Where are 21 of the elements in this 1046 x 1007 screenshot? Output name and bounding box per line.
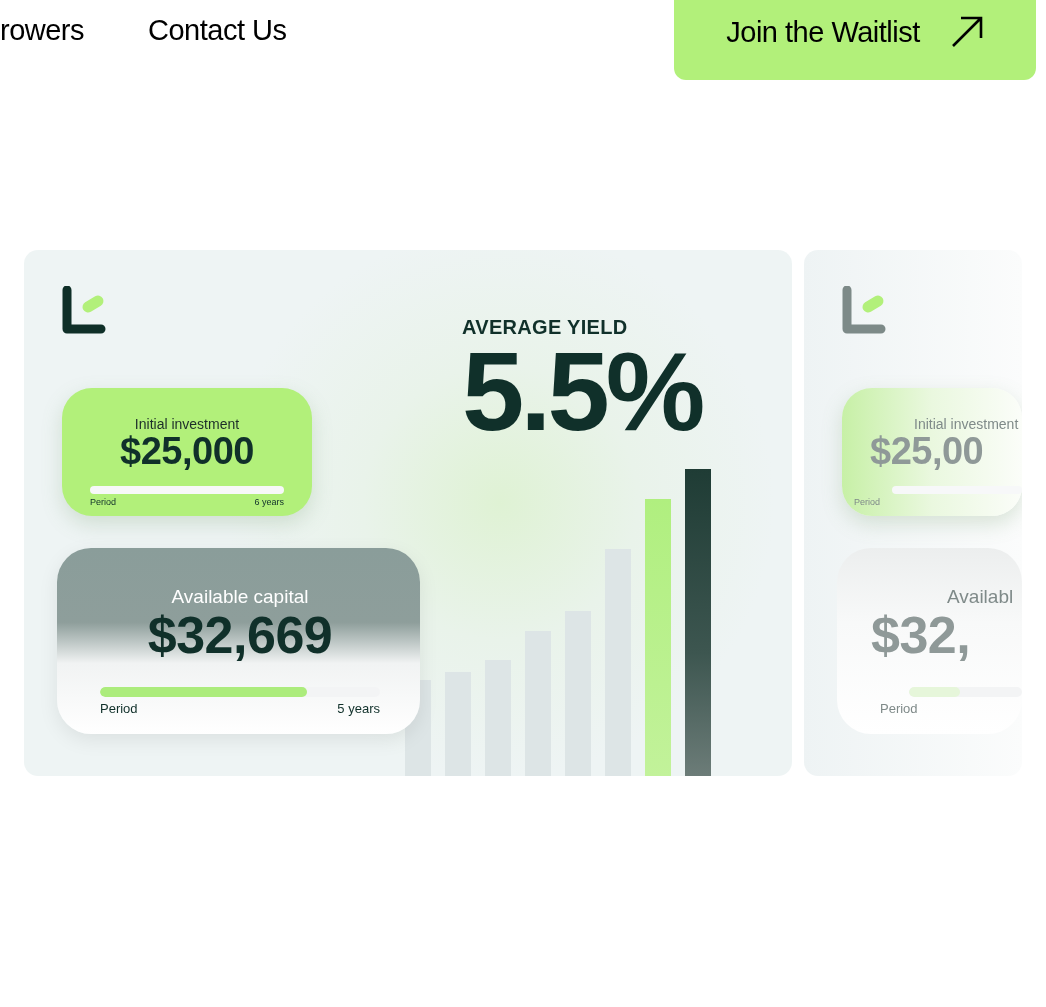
yield-value: 5.5% bbox=[462, 339, 702, 446]
capital-amount: $32, bbox=[871, 608, 971, 663]
period-label: Period bbox=[854, 496, 880, 507]
investment-amount: $25,000 bbox=[120, 432, 254, 472]
yield-label: AVERAGE YIELD bbox=[462, 316, 629, 339]
logo-icon bbox=[842, 286, 886, 336]
capital-label: Available capital bbox=[171, 586, 309, 608]
capital-label: Availabl bbox=[947, 586, 1014, 608]
capital-amount: $32,669 bbox=[147, 608, 333, 663]
investment-amount: $25,00 bbox=[870, 432, 984, 472]
period-value: 6 years bbox=[254, 496, 284, 507]
nav-link[interactable]: Contact Us bbox=[148, 14, 287, 47]
investment-label: Initial investment bbox=[134, 416, 240, 432]
period-label: Period bbox=[100, 700, 138, 716]
investment-label: Initial investment bbox=[914, 416, 1019, 432]
period-label: Period bbox=[880, 700, 918, 716]
nav-link[interactable]: rowers bbox=[0, 14, 84, 47]
period-label: Period bbox=[90, 496, 116, 507]
join-waitlist-button[interactable]: Join the Waitlist bbox=[674, 0, 1036, 80]
logo-icon bbox=[62, 286, 106, 336]
period-value: 5 years bbox=[337, 700, 380, 716]
